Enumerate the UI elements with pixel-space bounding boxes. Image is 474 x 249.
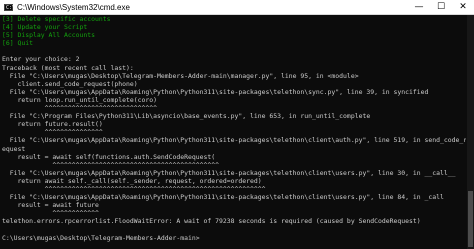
cmd-window: C:\ C:\Windows\System32\cmd.exe — ☐ ✕ [3…	[0, 0, 474, 249]
console-line: telethon.errors.rpcerrorlist.FloodWaitEr…	[2, 217, 421, 226]
console-line: File "C:\Users\mugas\AppData\Roaming\Pyt…	[2, 193, 444, 202]
console-line: File "C:\Users\mugas\AppData\Roaming\Pyt…	[2, 168, 456, 177]
title-bar[interactable]: C:\ C:\Windows\System32\cmd.exe — ☐ ✕	[0, 0, 474, 15]
console-line: [5] Display All Accounts	[2, 31, 96, 40]
console-line: ^^^^^^^^^^^^^^^	[2, 128, 103, 137]
console-line: return await self._call(self._sender, re…	[2, 176, 262, 185]
close-button[interactable]: ✕	[452, 0, 474, 14]
console-line: equest	[2, 144, 26, 153]
caption-buttons: — ☐ ✕	[408, 0, 474, 14]
console-line: File "C:\Program Files\Python311\Lib\asy…	[2, 112, 371, 121]
console-output[interactable]: [3] Delete specific accounts [4] Update y…	[2, 15, 466, 249]
minimize-button[interactable]: —	[408, 0, 430, 14]
vertical-scrollbar[interactable]	[467, 15, 474, 249]
cmd-prompt-icon: C:\	[4, 3, 16, 11]
console-line: return future.result()	[2, 120, 103, 129]
console-line: result = await future	[2, 201, 99, 210]
console-line: File "C:\Users\mugas\AppData\Roaming\Pyt…	[2, 87, 429, 96]
console-line: [4] Update your Script	[2, 23, 88, 32]
maximize-button[interactable]: ☐	[430, 0, 452, 14]
console-line: [6] Quit	[2, 39, 34, 48]
console-line: Traceback (most recent call last):	[2, 63, 134, 72]
console-line: result = await self(functions.auth.SendC…	[2, 152, 216, 161]
console-line: client.send_code_request(phone)	[2, 79, 138, 88]
console-line: ^^^^^^^^^^^^	[2, 209, 99, 218]
console-line: return loop.run_until_complete(coro)	[2, 95, 158, 104]
console-line: [3] Delete specific accounts	[2, 15, 111, 23]
console-line: ^^^^^^^^^^^^^^^^^^^^^^^^^^^^^	[2, 104, 158, 113]
scrollbar-thumb[interactable]	[468, 191, 473, 247]
window-title: C:\Windows\System32\cmd.exe	[17, 2, 130, 12]
command-prompt-line: C:\Users\mugas\Desktop\Telegram-Members-…	[2, 233, 200, 242]
console-line: ^^^^^^^^^^^^^^^^^^^^^^^^^^^^^^^^^^^^^^^^…	[2, 184, 266, 193]
console-line: ^^^^^^^^^^^^^^^^^^^^^^^^^^^^^^^^^^^^^^^^…	[2, 160, 220, 169]
console-line: File "C:\Users\mugas\AppData\Roaming\Pyt…	[2, 136, 466, 145]
console-line: File "C:\Users\mugas\Desktop\Telegram-Me…	[2, 71, 359, 80]
console-line: Enter your choice: 2	[2, 55, 80, 64]
